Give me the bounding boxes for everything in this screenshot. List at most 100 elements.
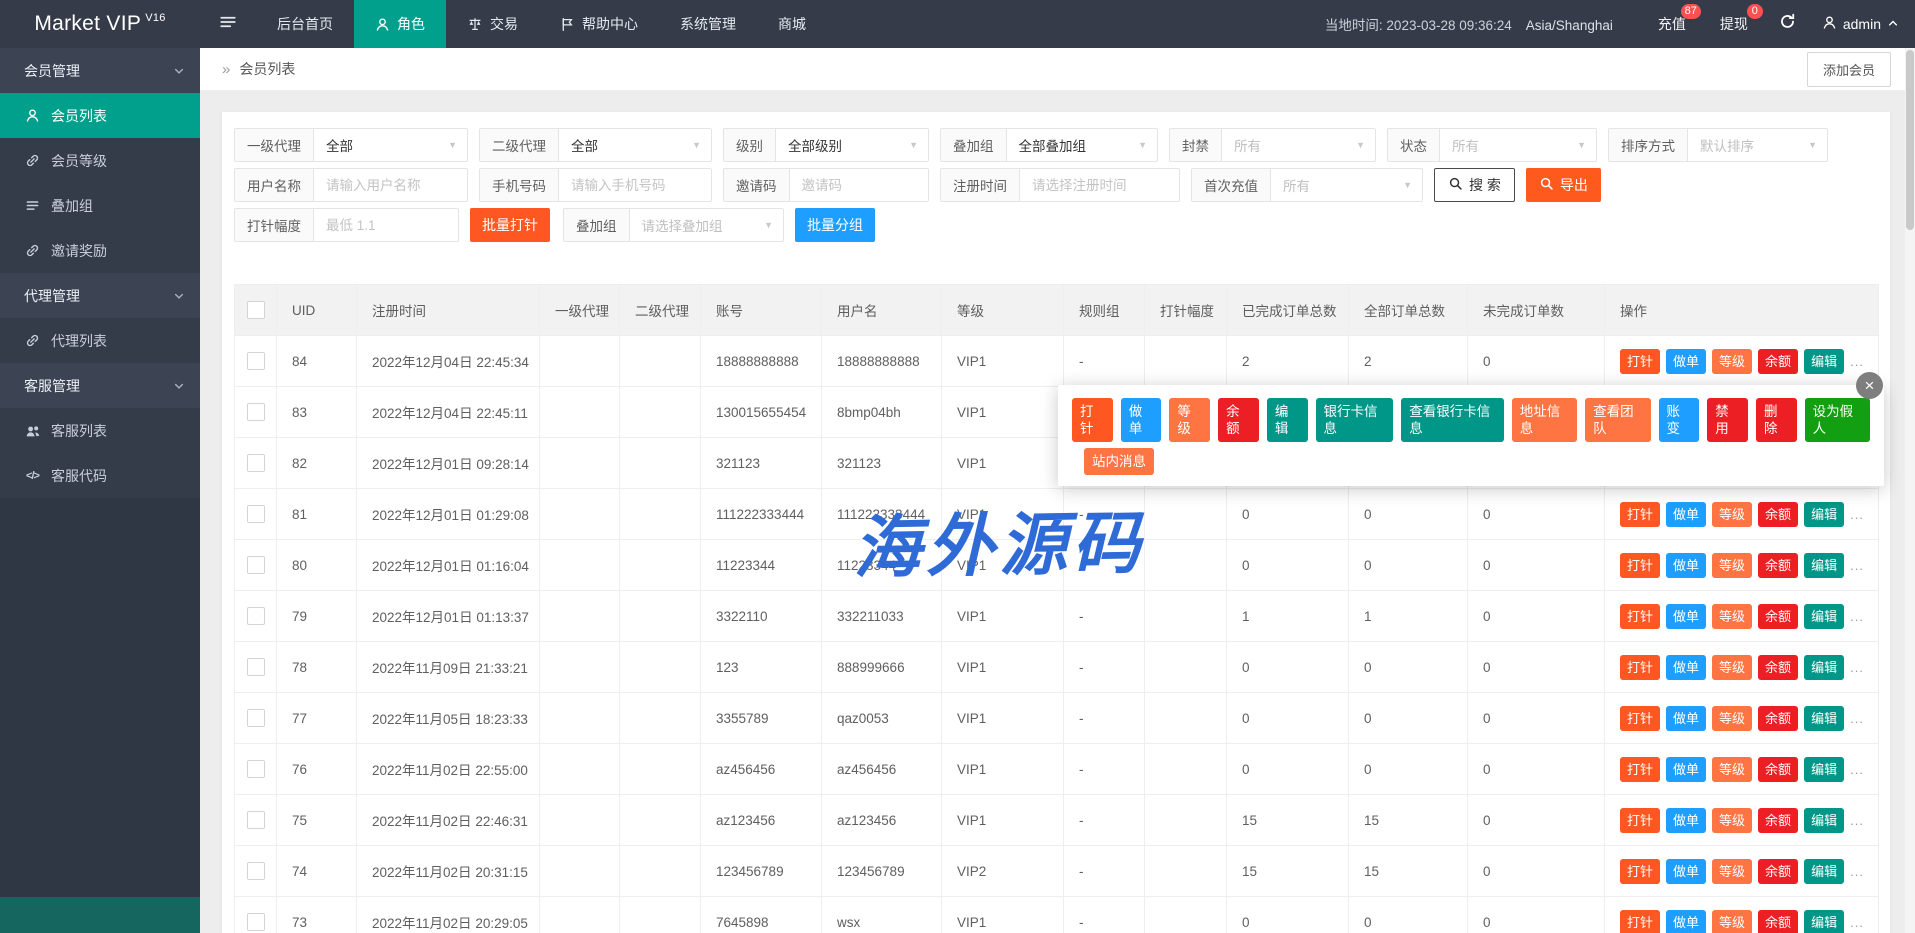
row-action-orange-light-button[interactable]: 等级	[1712, 859, 1752, 884]
row-action-blue-button[interactable]: 做单	[1666, 910, 1706, 933]
row-checkbox[interactable]	[247, 403, 265, 421]
popup-action-button[interactable]: 编辑	[1267, 398, 1308, 442]
more-actions-link[interactable]: ...	[1850, 507, 1864, 522]
row-action-red-button[interactable]: 余额	[1758, 859, 1798, 884]
popup-action-button[interactable]: 禁用	[1707, 398, 1748, 442]
row-checkbox[interactable]	[247, 556, 265, 574]
more-actions-link[interactable]: ...	[1850, 813, 1864, 828]
popup-action-button[interactable]: 打针	[1072, 398, 1113, 442]
page-scrollbar[interactable]	[1905, 48, 1915, 933]
sidebar-toggle-button[interactable]	[200, 0, 256, 48]
select-value[interactable]: 所有▼	[1271, 169, 1422, 201]
row-checkbox[interactable]	[247, 454, 265, 472]
filter-field-input[interactable]	[314, 169, 467, 201]
row-action-orange-light-button[interactable]: 等级	[1712, 808, 1752, 833]
select-value[interactable]: 全部叠加组▼	[1007, 129, 1158, 161]
row-action-red-button[interactable]: 余额	[1758, 910, 1798, 933]
sidebar-item[interactable]: </>客服代码	[0, 453, 200, 498]
row-action-red-button[interactable]: 余额	[1758, 502, 1798, 527]
row-checkbox[interactable]	[247, 811, 265, 829]
row-checkbox[interactable]	[247, 352, 265, 370]
row-action-teal-button[interactable]: 编辑	[1804, 553, 1844, 578]
sidebar-item[interactable]: 代理列表	[0, 318, 200, 363]
row-action-orange-button[interactable]: 打针	[1620, 655, 1660, 680]
row-action-blue-button[interactable]: 做单	[1666, 808, 1706, 833]
popup-action-button[interactable]: 余额	[1218, 398, 1259, 442]
row-action-orange-light-button[interactable]: 等级	[1712, 910, 1752, 933]
sidebar-item[interactable]: 邀请奖励	[0, 228, 200, 273]
row-action-blue-button[interactable]: 做单	[1666, 757, 1706, 782]
row-action-red-button[interactable]: 余额	[1758, 349, 1798, 374]
row-action-teal-button[interactable]: 编辑	[1804, 808, 1844, 833]
row-action-teal-button[interactable]: 编辑	[1804, 859, 1844, 884]
nav-item[interactable]: 系统管理	[659, 0, 757, 48]
scrollbar-thumb[interactable]	[1906, 50, 1914, 230]
row-action-teal-button[interactable]: 编辑	[1804, 604, 1844, 629]
filter-field-input[interactable]	[559, 169, 711, 201]
sidebar-item[interactable]: 会员等级	[0, 138, 200, 183]
inject-range-field-input[interactable]	[314, 209, 458, 241]
select-value[interactable]: 全部▼	[314, 129, 467, 161]
more-actions-link[interactable]: ...	[1850, 354, 1864, 369]
row-action-orange-light-button[interactable]: 等级	[1712, 655, 1752, 680]
popup-action-button[interactable]: 站内消息	[1084, 448, 1154, 475]
row-checkbox[interactable]	[247, 709, 265, 727]
popup-action-button[interactable]: 地址信息	[1512, 398, 1577, 442]
nav-item[interactable]: 交易	[446, 0, 539, 48]
row-checkbox[interactable]	[247, 658, 265, 676]
filter-field-input[interactable]	[790, 169, 929, 201]
row-action-blue-button[interactable]: 做单	[1666, 604, 1706, 629]
nav-item[interactable]: 商城	[757, 0, 827, 48]
row-action-red-button[interactable]: 余额	[1758, 808, 1798, 833]
row-action-orange-button[interactable]: 打针	[1620, 859, 1660, 884]
row-action-teal-button[interactable]: 编辑	[1804, 349, 1844, 374]
row-action-orange-button[interactable]: 打针	[1620, 553, 1660, 578]
row-action-orange-button[interactable]: 打针	[1620, 349, 1660, 374]
select-value[interactable]: 所有▼	[1440, 129, 1596, 161]
sidebar-group-title[interactable]: 会员管理	[0, 48, 200, 93]
nav-item[interactable]: 帮助中心	[539, 0, 659, 48]
row-action-orange-button[interactable]: 打针	[1620, 604, 1660, 629]
row-action-orange-button[interactable]: 打针	[1620, 502, 1660, 527]
select-value[interactable]: 请选择叠加组▼	[630, 209, 784, 241]
batch-inject-button[interactable]: 批量打针	[470, 208, 550, 242]
popup-action-button[interactable]: 删除	[1756, 398, 1797, 442]
row-action-blue-button[interactable]: 做单	[1666, 655, 1706, 680]
filter-field-input[interactable]	[1020, 169, 1179, 201]
select-all-checkbox[interactable]	[247, 301, 265, 319]
row-action-blue-button[interactable]: 做单	[1666, 706, 1706, 731]
close-icon[interactable]: ×	[1856, 372, 1883, 399]
popup-action-button[interactable]: 查看团队	[1585, 398, 1650, 442]
more-actions-link[interactable]: ...	[1850, 558, 1864, 573]
sidebar-group-title[interactable]: 代理管理	[0, 273, 200, 318]
row-checkbox[interactable]	[247, 913, 265, 931]
more-actions-link[interactable]: ...	[1850, 915, 1864, 930]
nav-item[interactable]: 后台首页	[256, 0, 354, 48]
row-action-orange-button[interactable]: 打针	[1620, 910, 1660, 933]
add-member-button[interactable]: 添加会员	[1807, 52, 1891, 87]
sidebar-item[interactable]: 叠加组	[0, 183, 200, 228]
row-action-red-button[interactable]: 余额	[1758, 706, 1798, 731]
row-checkbox[interactable]	[247, 862, 265, 880]
popup-action-button[interactable]: 做单	[1121, 398, 1162, 442]
select-value[interactable]: 默认排序▼	[1688, 129, 1827, 161]
row-action-orange-light-button[interactable]: 等级	[1712, 349, 1752, 374]
more-actions-link[interactable]: ...	[1850, 609, 1864, 624]
row-action-red-button[interactable]: 余额	[1758, 757, 1798, 782]
row-action-orange-light-button[interactable]: 等级	[1712, 604, 1752, 629]
row-action-teal-button[interactable]: 编辑	[1804, 655, 1844, 680]
popup-action-button[interactable]: 账变	[1659, 398, 1700, 442]
batch-group-button[interactable]: 批量分组	[795, 208, 875, 242]
search-button[interactable]: 搜 索	[1434, 168, 1515, 202]
row-checkbox[interactable]	[247, 505, 265, 523]
row-action-teal-button[interactable]: 编辑	[1804, 910, 1844, 933]
refresh-button[interactable]	[1779, 13, 1796, 35]
withdraw-link[interactable]: 提现 0	[1720, 14, 1748, 34]
popup-action-button[interactable]: 银行卡信息	[1316, 398, 1394, 442]
row-action-red-button[interactable]: 余额	[1758, 655, 1798, 680]
popup-action-button[interactable]: 设为假人	[1805, 398, 1870, 442]
recharge-link[interactable]: 充值 87	[1658, 14, 1686, 34]
more-actions-link[interactable]: ...	[1850, 762, 1864, 777]
popup-action-button[interactable]: 查看银行卡信息	[1401, 398, 1503, 442]
more-actions-link[interactable]: ...	[1850, 711, 1864, 726]
